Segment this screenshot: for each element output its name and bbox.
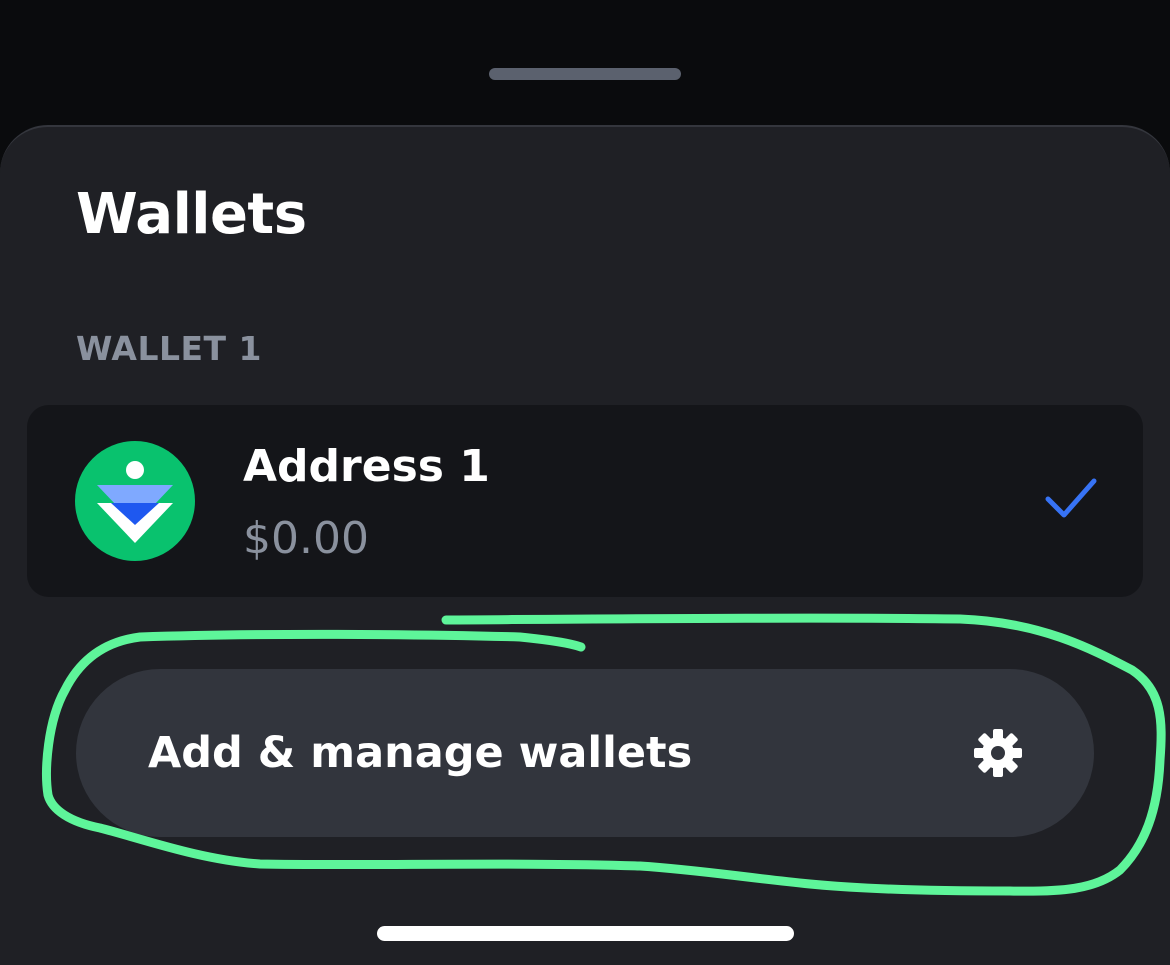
wallet-avatar-icon — [75, 441, 195, 561]
sheet-title: Wallets — [76, 182, 307, 247]
gear-icon — [974, 729, 1022, 777]
checkmark-icon — [1045, 478, 1097, 518]
wallet-address-row[interactable]: Address 1 $0.00 — [27, 405, 1143, 597]
add-manage-wallets-label: Add & manage wallets — [148, 728, 693, 778]
wallet-section-label: WALLET 1 — [76, 329, 263, 368]
home-indicator — [377, 926, 794, 941]
wallet-balance: $0.00 — [243, 513, 369, 564]
wallet-address-name: Address 1 — [243, 441, 490, 492]
wallets-sheet: Wallets WALLET 1 Address 1 $0.00 Add & m… — [0, 125, 1170, 965]
sheet-grabber[interactable] — [489, 68, 681, 80]
wallet-switcher-screen: Wallets WALLET 1 Address 1 $0.00 Add & m… — [0, 0, 1170, 965]
add-manage-wallets-button[interactable]: Add & manage wallets — [76, 669, 1094, 837]
